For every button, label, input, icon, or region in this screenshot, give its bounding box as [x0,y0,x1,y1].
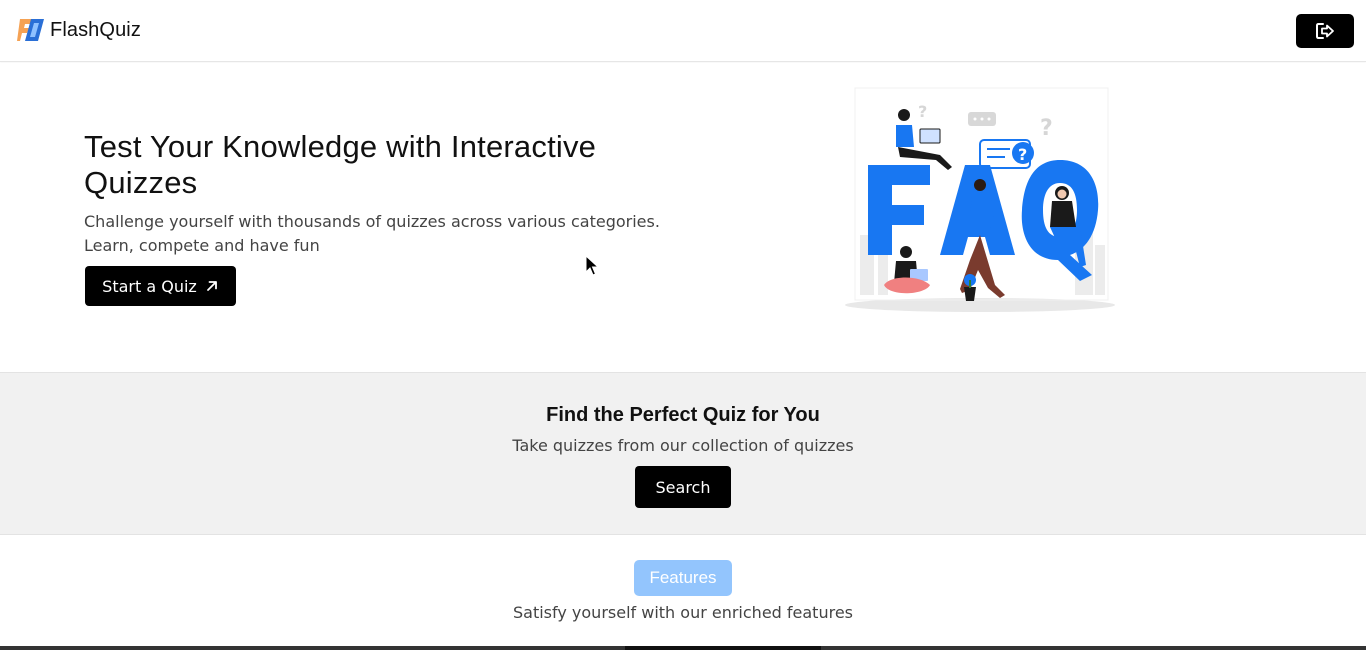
arrow-up-right-icon [206,281,217,291]
find-quiz-title: Find the Perfect Quiz for You [546,404,820,426]
start-quiz-label: Start a Quiz [102,276,197,296]
hero-title: Test Your Knowledge with Interactive Qui… [84,129,597,200]
start-quiz-button[interactable]: Start a Quiz [85,266,236,306]
faq-illustration: ? ? ? [845,87,1115,312]
find-quiz-section: Find the Perfect Quiz for You Take quizz… [0,372,1366,535]
brand-name: FlashQuiz [50,18,141,41]
features-section: Features Satisfy yourself with our enric… [0,536,1366,650]
features-badge: Features [634,560,732,596]
hero-section: Test Your Knowledge with Interactive Qui… [0,63,1366,372]
brand-link[interactable]: FlashQuiz [17,17,141,43]
next-section-card-edge [625,646,821,650]
logout-button[interactable] [1296,14,1354,48]
search-button[interactable]: Search [635,466,731,508]
svg-text:?: ? [918,102,927,121]
hero-subtitle: Challenge yourself with thousands of qui… [84,212,660,255]
find-quiz-subtitle: Take quizzes from our collection of quiz… [512,436,854,455]
svg-text:?: ? [1018,145,1027,164]
flashquiz-logo-icon [17,19,44,41]
top-navbar: FlashQuiz [0,0,1366,62]
svg-text:?: ? [1040,116,1053,141]
logout-icon [1316,23,1334,39]
features-subtitle: Satisfy yourself with our enriched featu… [513,603,853,622]
mouse-cursor-icon [585,255,599,276]
